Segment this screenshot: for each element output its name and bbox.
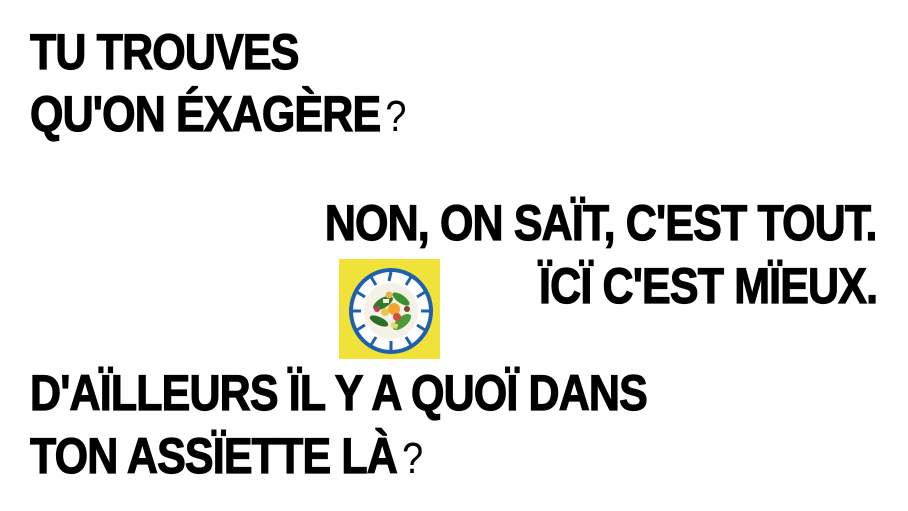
salad-plate-icon: [339, 259, 440, 359]
headline-line-5: D'AÏLLEURS ÏL Y A QUOÏ DANS: [29, 364, 648, 421]
salad-plate-image: [339, 259, 440, 359]
headline-line-4-text: ÏCÏ C'EST MÏEUX.: [538, 257, 878, 314]
headline-line-1-text: TU TROUVES: [29, 23, 299, 80]
headline-line-6: TON ASSÏETTE LÀ?: [29, 427, 424, 487]
question-mark: ?: [402, 434, 424, 483]
headline-line-3: NON, ON SAÏT, C'EST TOUT.: [325, 194, 879, 251]
question-mark: ?: [385, 92, 407, 141]
headline-line-2-text: QU'ON ÉXAGÈRE: [29, 85, 381, 142]
headline-line-2: QU'ON ÉXAGÈRE?: [29, 85, 407, 145]
headline-line-6-text: TON ASSÏETTE LÀ: [29, 427, 398, 484]
headline-line-5-text: D'AÏLLEURS ÏL Y A QUOÏ DANS: [29, 364, 648, 421]
headline-line-4: ÏCÏ C'EST MÏEUX.: [538, 257, 878, 314]
headline-line-3-text: NON, ON SAÏT, C'EST TOUT.: [325, 194, 879, 251]
headline-line-1: TU TROUVES: [29, 23, 299, 80]
